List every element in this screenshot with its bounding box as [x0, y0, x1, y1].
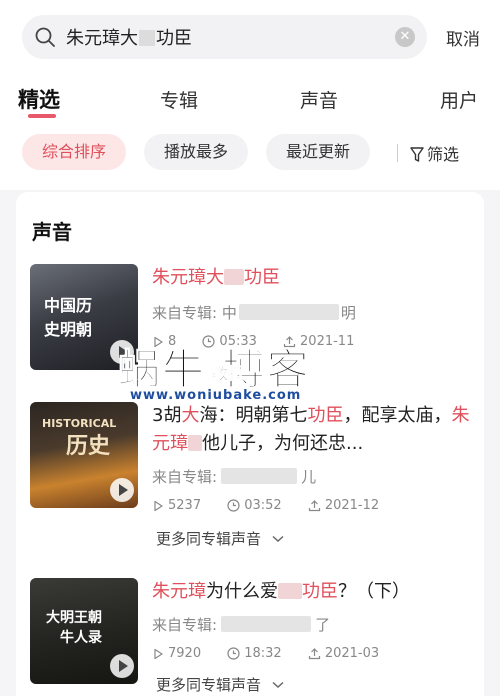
cover-caption-line: 中国历	[44, 296, 93, 315]
tab-users[interactable]: 用户	[440, 86, 478, 113]
search-query-prefix: 朱元璋大	[66, 28, 138, 49]
clock-icon	[227, 499, 240, 512]
item-title[interactable]: 朱元璋为什么爱 功臣？（下）	[152, 578, 472, 606]
cover-caption-line: 历史	[66, 434, 111, 459]
cover-caption-line: 大明王朝	[46, 610, 102, 626]
filter-divider	[397, 144, 398, 162]
filter-bar: 综合排序 播放最多 最近更新 筛选	[0, 134, 500, 172]
item-meta: 7920 18:32 2021-03	[152, 646, 401, 661]
play-count: 7920	[168, 646, 202, 661]
more-from-album-label: 更多同专辑声音	[156, 530, 262, 548]
title-highlight: 朱元璋	[152, 581, 206, 602]
cancel-button[interactable]: 取消	[446, 25, 480, 50]
album-label-end: 了	[315, 616, 331, 634]
search-query: 朱元璋大 功臣	[66, 24, 192, 50]
album-label-end: 儿	[301, 468, 317, 486]
play-icon[interactable]	[110, 478, 134, 502]
title-text: 他儿子，为何还忠...	[202, 433, 364, 454]
cover-image[interactable]: 大明王朝 牛人录	[30, 578, 138, 684]
duration: 18:32	[244, 646, 282, 661]
album-source[interactable]: 来自专辑: 了	[152, 614, 330, 635]
publish-date: 2021-03	[324, 646, 380, 661]
redacted-block	[221, 616, 312, 632]
album-label: 来自专辑:	[152, 468, 218, 486]
play-count-icon	[154, 648, 163, 660]
redacted-block	[238, 304, 339, 320]
title-highlight: 功臣	[244, 267, 280, 288]
section-title: 声音	[32, 220, 72, 244]
album-source[interactable]: 来自专辑: 儿	[152, 466, 316, 487]
tab-active-indicator	[28, 114, 56, 118]
item-meta: 5237 03:52 2021-12	[152, 498, 401, 513]
play-icon[interactable]	[110, 654, 134, 678]
tab-sounds[interactable]: 声音	[300, 86, 338, 113]
title-text: 为什么爱	[206, 581, 278, 602]
list-item[interactable]: HISTORICAL 历史 3胡大海：明朝第七功臣，配享太庙，朱元璋 他儿子，为何…	[16, 402, 484, 562]
cover-caption: 大明王朝 牛人录	[46, 608, 102, 648]
filter-label: 筛选	[427, 145, 460, 164]
cover-caption-line: 牛人录	[60, 630, 102, 646]
cover-image[interactable]: HISTORICAL 历史	[30, 402, 138, 508]
chevron-down-icon	[272, 535, 284, 543]
album-label-end: 明	[340, 304, 356, 322]
redacted-block	[139, 30, 155, 46]
sort-comprehensive-chip[interactable]: 综合排序	[22, 134, 127, 170]
title-text: ？（下）	[338, 581, 410, 602]
publish-date: 2021-12	[324, 498, 380, 513]
sort-most-played-chip[interactable]: 播放最多	[144, 134, 249, 170]
list-item[interactable]: 大明王朝 牛人录 朱元璋为什么爱 功臣？（下） 来自专辑: 了 7920 18:32…	[16, 578, 484, 696]
search-input[interactable]: 朱元璋大 功臣 ✕	[22, 15, 427, 59]
top-bar: 朱元璋大 功臣 ✕ 取消 精选 专辑 声音 用户 综合排序 播放最多 最近更新 筛…	[0, 0, 500, 190]
album-label: 来自专辑:	[152, 616, 218, 634]
play-count: 5237	[168, 498, 202, 513]
more-from-album-label: 更多同专辑声音	[156, 676, 262, 694]
upload-icon	[308, 500, 320, 512]
search-icon	[35, 27, 55, 47]
cover-caption: HISTORICAL 历史	[42, 416, 116, 462]
cover-caption-line: HISTORICAL	[42, 417, 117, 430]
more-from-album-button[interactable]: 更多同专辑声音	[156, 674, 284, 695]
cover-caption: 中国历 史明朝	[44, 294, 92, 342]
tab-albums[interactable]: 专辑	[160, 86, 198, 113]
tab-bar: 精选 专辑 声音 用户	[0, 82, 500, 122]
duration: 03:52	[244, 498, 282, 513]
sort-recent-chip[interactable]: 最近更新	[266, 134, 371, 170]
filter-button[interactable]: 筛选	[410, 141, 459, 165]
title-highlight: 功臣	[302, 581, 338, 602]
album-source[interactable]: 来自专辑: 中 明	[152, 302, 356, 323]
funnel-icon	[410, 147, 424, 162]
redacted-block	[221, 468, 298, 484]
cover-caption-line: 史明朝	[44, 320, 93, 339]
tab-featured[interactable]: 精选	[18, 84, 60, 114]
more-from-album-button[interactable]: 更多同专辑声音	[156, 528, 284, 549]
upload-icon	[308, 648, 320, 660]
redacted-block	[188, 435, 202, 451]
watermark-subtitle: 教授	[212, 364, 245, 384]
watermark-url: www.woniubake.com	[130, 388, 302, 403]
redacted-block	[278, 583, 302, 599]
search-query-suffix: 功臣	[156, 28, 192, 49]
clock-icon	[227, 647, 240, 660]
redacted-block	[224, 269, 244, 285]
chevron-down-icon	[272, 681, 284, 689]
album-label: 来自专辑: 中	[152, 304, 237, 322]
item-title[interactable]: 3胡大海：明朝第七功臣，配享太庙，朱元璋 他儿子，为何还忠...	[152, 402, 472, 458]
title-highlight: 朱元璋大	[152, 267, 224, 288]
play-count-icon	[154, 500, 163, 512]
watermark: 蜗牛 博客 教授 www.woniubake.com	[118, 336, 388, 410]
item-title[interactable]: 朱元璋大 功臣	[152, 264, 472, 292]
sound-results-card: 声音 中国历 史明朝 朱元璋大 功臣 来自专辑: 中明 8 05:33 2021-…	[16, 192, 484, 696]
clear-icon[interactable]: ✕	[395, 27, 415, 47]
